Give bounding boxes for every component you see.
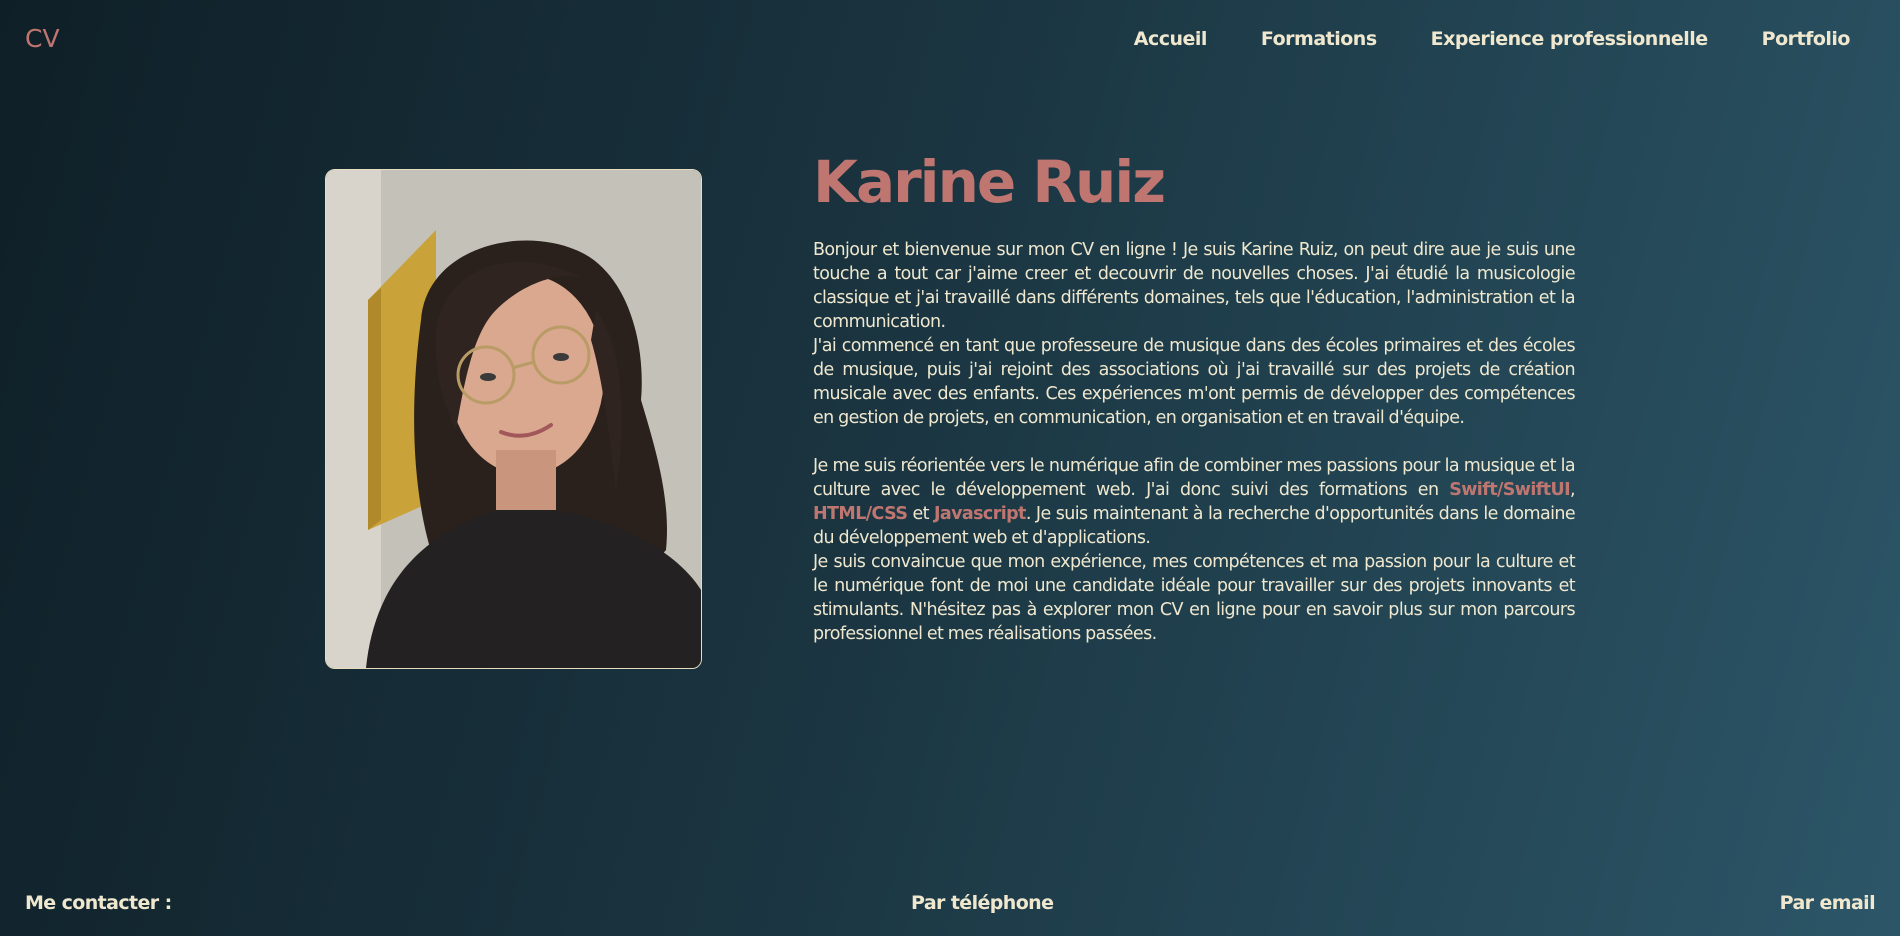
bio-paragraph-3: Je me suis réorientée vers le numérique … [813,454,1576,550]
profile-photo [325,169,702,669]
skill-html-css: HTML/CSS [813,504,908,524]
contact-phone-link[interactable]: Par téléphone [911,892,1054,914]
profile-bio: Bonjour et bienvenue sur mon CV en ligne… [813,238,1576,646]
nav-item-experience[interactable]: Experience professionnelle [1431,28,1709,50]
skill-swift: Swift/SwiftUI [1449,480,1571,500]
profile-name: Karine Ruiz [813,148,1166,216]
bio-paragraph-4: Je suis convaincue que mon expérience, m… [813,552,1576,644]
nav-item-portfolio[interactable]: Portfolio [1762,28,1851,50]
bio-paragraph-2: J'ai commencé en tant que professeure de… [813,336,1576,428]
bio-text: , [1570,480,1576,500]
contact-label: Me contacter : [25,892,172,914]
nav-item-accueil[interactable]: Accueil [1134,28,1208,50]
main-nav: Accueil Formations Experience profession… [1134,28,1851,50]
contact-email-link[interactable]: Par email [1780,892,1876,914]
profile-content: Karine Ruiz Bonjour et bienvenue sur mon… [813,146,1576,646]
bio-text: et [907,504,934,524]
bio-paragraph-1: Bonjour et bienvenue sur mon CV en ligne… [813,240,1576,332]
logo-cv[interactable]: CV [25,24,60,53]
skill-javascript: Javascript [933,504,1026,524]
nav-item-formations[interactable]: Formations [1261,28,1377,50]
